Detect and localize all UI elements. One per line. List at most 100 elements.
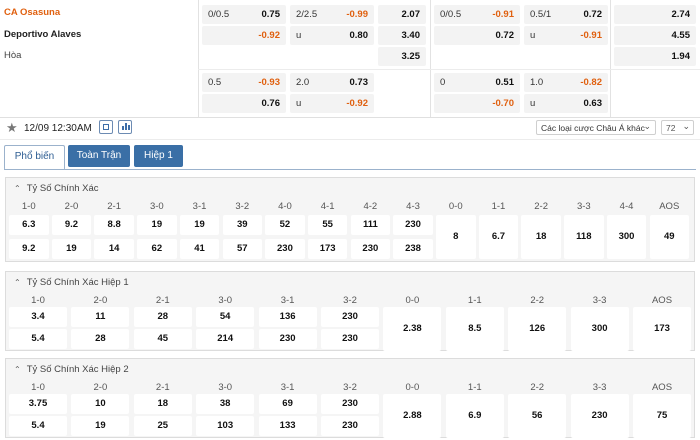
odds-cell[interactable]: 19 <box>179 215 220 235</box>
score-header: 3-0 <box>218 295 233 306</box>
odds-cell[interactable]: 41 <box>179 239 220 259</box>
odds-cell[interactable]: 2/2.5 -0.99 <box>290 5 374 24</box>
odds-cell[interactable]: u -0.91 <box>524 26 608 45</box>
odds-cell[interactable]: -0.70 <box>434 94 520 113</box>
odds-cell[interactable]: 5.4 <box>9 329 67 349</box>
odds-cell[interactable]: 3.25 <box>378 47 426 66</box>
odds-cell-draw[interactable]: 8.5 <box>445 307 504 351</box>
odds-cell[interactable]: 2.0 0.73 <box>290 73 374 92</box>
odds-cell[interactable]: u -0.92 <box>290 94 374 113</box>
tab-popular[interactable]: Phổ biến <box>4 145 65 170</box>
odds-cell-draw[interactable]: 300 <box>570 307 629 351</box>
odds-cell[interactable]: 4.55 <box>614 26 696 45</box>
odds-cell[interactable]: 103 <box>196 416 255 436</box>
match-datetime: 12/09 12:30AM <box>24 123 92 134</box>
odds-cell[interactable]: 238 <box>393 239 433 259</box>
odds-cell[interactable]: 1.0 -0.82 <box>524 73 608 92</box>
odds-cell[interactable]: 230 <box>265 239 305 259</box>
odds-cell[interactable]: 19 <box>137 215 177 235</box>
odds-cell[interactable]: 10 <box>71 394 130 414</box>
odds-cell[interactable]: u 0.63 <box>524 94 608 113</box>
odds-cell-draw[interactable]: 173 <box>633 307 691 351</box>
odds-cell[interactable]: -0.92 <box>202 26 286 45</box>
odds-cell[interactable]: 45 <box>133 329 192 349</box>
odds-cell[interactable]: 230 <box>258 329 317 349</box>
odds-cell-draw[interactable]: 75 <box>633 394 691 438</box>
odds-cell-draw[interactable]: 118 <box>564 215 604 259</box>
score-header: 2-0 <box>64 201 79 212</box>
away-team-name[interactable]: Deportivo Alaves <box>4 29 81 40</box>
odds-cell[interactable]: 230 <box>321 329 379 349</box>
home-team-name[interactable]: CA Osasuna <box>4 7 60 18</box>
star-icon[interactable]: ★ <box>6 120 18 136</box>
odds-cell[interactable]: 230 <box>393 215 433 235</box>
section-header[interactable]: ⌃ Tỷ Số Chính Xác <box>14 183 99 194</box>
odds-cell[interactable]: 55 <box>307 215 348 235</box>
odds-cell[interactable]: 52 <box>265 215 305 235</box>
odds-cell[interactable]: 38 <box>196 394 255 414</box>
section-header[interactable]: ⌃ Tỷ Số Chính Xác Hiệp 1 <box>14 277 129 288</box>
odds-cell[interactable]: 0 0.51 <box>434 73 520 92</box>
odds-cell[interactable]: 0.5/1 0.72 <box>524 5 608 24</box>
odds-cell-draw[interactable]: 8 <box>436 215 476 259</box>
odds-cell[interactable]: 69 <box>258 394 317 414</box>
odds-cell[interactable]: 3.75 <box>9 394 67 414</box>
odds-cell-draw[interactable]: 6.9 <box>445 394 504 438</box>
odds-cell-draw[interactable]: 2.38 <box>383 307 442 351</box>
odds-cell[interactable]: 230 <box>321 416 379 436</box>
odds-cell-draw[interactable]: 300 <box>606 215 647 259</box>
odds-cell[interactable]: u 0.80 <box>290 26 374 45</box>
odds-cell[interactable]: 133 <box>258 416 317 436</box>
odds-cell-draw[interactable]: 18 <box>521 215 561 259</box>
odds-cell-draw[interactable]: 49 <box>649 215 689 259</box>
odds-cell-draw[interactable]: 6.7 <box>478 215 519 259</box>
odds-cell[interactable]: 6.3 <box>9 215 49 235</box>
odds-cell[interactable]: 25 <box>133 416 192 436</box>
odds-cell[interactable]: 230 <box>321 307 379 327</box>
odds-cell[interactable]: 2.74 <box>614 5 696 24</box>
market-count-select[interactable]: 72 ⌄ <box>661 120 694 135</box>
odds-cell[interactable]: 28 <box>133 307 192 327</box>
odds-cell[interactable]: 19 <box>51 239 92 259</box>
odds-cell[interactable]: 136 <box>258 307 317 327</box>
stats-chart-icon[interactable] <box>118 120 132 134</box>
odds-cell[interactable]: 111 <box>350 215 391 235</box>
odds-cell[interactable]: 3.40 <box>378 26 426 45</box>
odds-cell[interactable]: 0/0.5 -0.91 <box>434 5 520 24</box>
odds-cell[interactable]: 0.76 <box>202 94 286 113</box>
odds-cell[interactable]: 5.4 <box>9 416 67 436</box>
odds-cell[interactable]: 62 <box>137 239 177 259</box>
odds-cell[interactable]: 9.2 <box>51 215 92 235</box>
bet-type-select[interactable]: Các loại cược Châu Á khác ⌄ <box>536 120 656 135</box>
tab-first-half[interactable]: Hiệp 1 <box>134 145 183 167</box>
odds-cell[interactable]: 0.5 -0.93 <box>202 73 286 92</box>
odds-cell[interactable]: 19 <box>71 416 130 436</box>
tab-full-match[interactable]: Toàn Trận <box>68 145 130 167</box>
odds-cell-draw[interactable]: 2.88 <box>383 394 442 438</box>
odds-cell[interactable]: 28 <box>71 329 130 349</box>
odds-cell[interactable]: 39 <box>222 215 262 235</box>
odds-cell[interactable]: 0/0.5 0.75 <box>202 5 286 24</box>
odds-cell[interactable]: 1.94 <box>614 47 696 66</box>
odds-cell[interactable]: 230 <box>350 239 391 259</box>
odds-cell[interactable]: 14 <box>94 239 134 259</box>
odds-cell[interactable]: 0.72 <box>434 26 520 45</box>
odds-cell[interactable]: 18 <box>133 394 192 414</box>
odds-cell-draw[interactable]: 230 <box>570 394 629 438</box>
odds-cell[interactable]: 9.2 <box>9 239 49 259</box>
odds-cell-draw[interactable]: 126 <box>508 307 567 351</box>
odds-cell[interactable]: 8.8 <box>94 215 134 235</box>
odds-cell[interactable]: 11 <box>71 307 130 327</box>
score-header: 2-2 <box>534 201 548 212</box>
odds-cell-draw[interactable]: 56 <box>508 394 567 438</box>
odds-cell[interactable]: 173 <box>307 239 348 259</box>
details-icon[interactable] <box>99 120 113 134</box>
odds-cell[interactable]: 3.4 <box>9 307 67 327</box>
odds-cell[interactable]: 230 <box>321 394 379 414</box>
section-header[interactable]: ⌃ Tỷ Số Chính Xác Hiệp 2 <box>14 364 129 375</box>
odds-cell[interactable]: 57 <box>222 239 262 259</box>
odds-cell[interactable]: 2.07 <box>378 5 426 24</box>
score-header: AOS <box>651 295 673 306</box>
odds-cell[interactable]: 54 <box>196 307 255 327</box>
odds-cell[interactable]: 214 <box>196 329 255 349</box>
